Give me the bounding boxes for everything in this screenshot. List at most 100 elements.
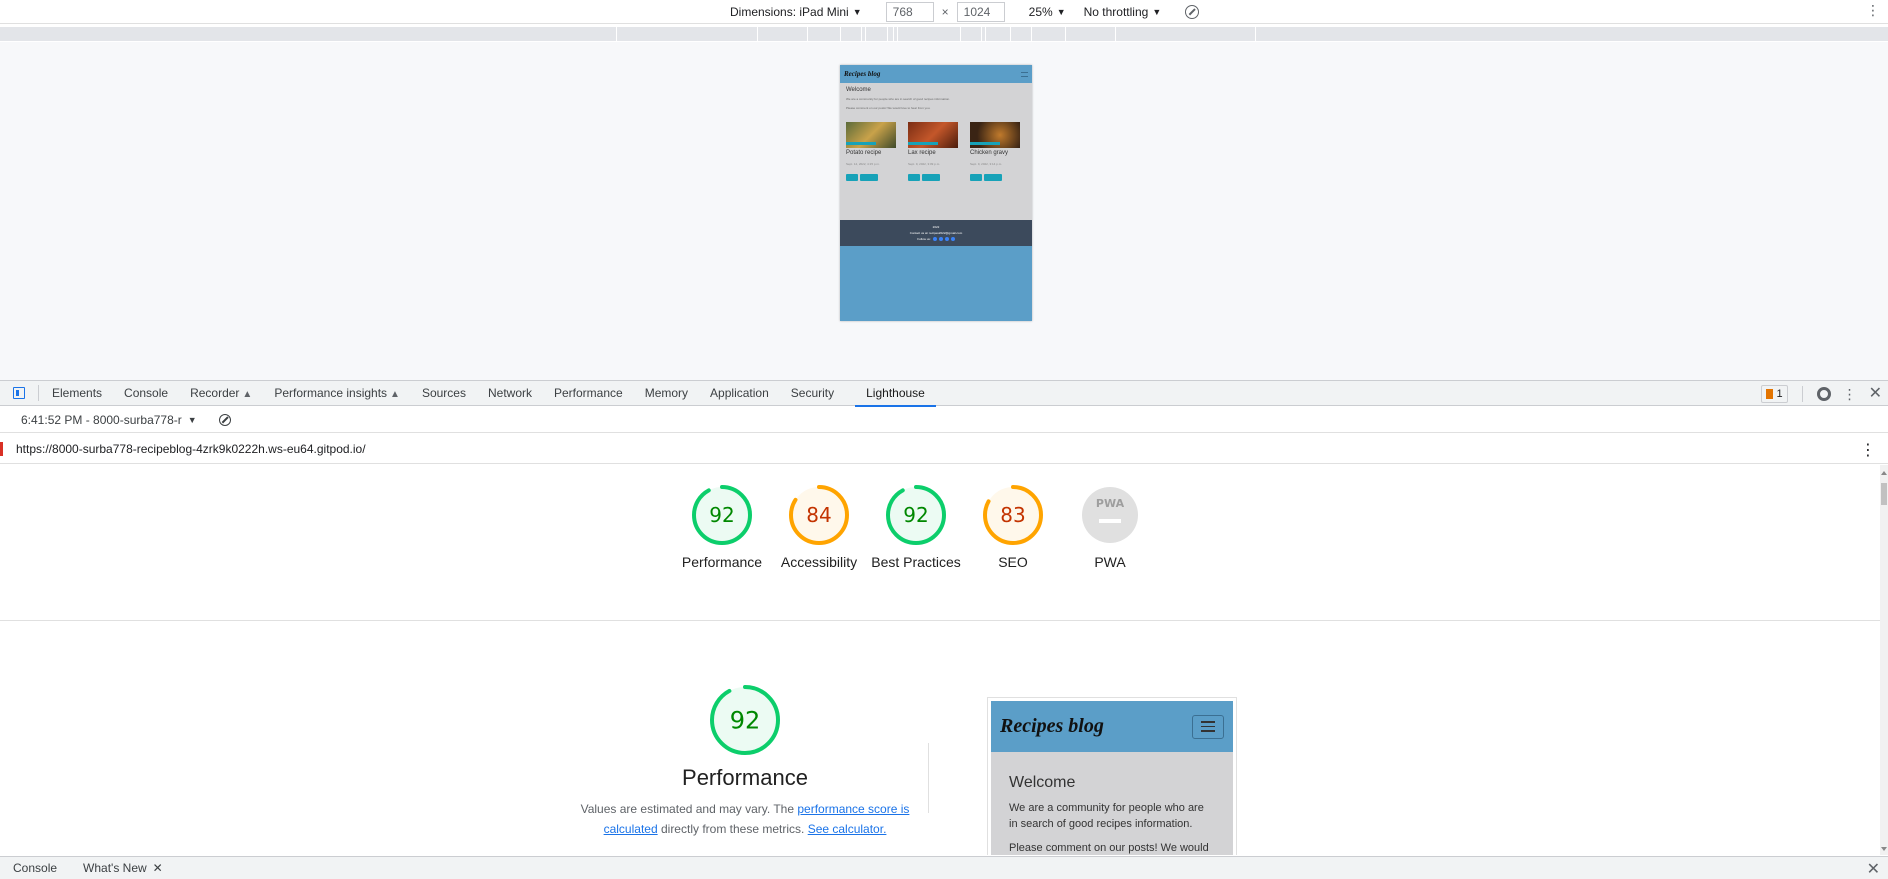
- scroll-thumb[interactable]: [1881, 483, 1887, 505]
- device-toggle-icon[interactable]: [6, 380, 32, 406]
- delete-button[interactable]: [984, 174, 1002, 181]
- tab-network[interactable]: Network: [477, 380, 543, 406]
- social-icon[interactable]: [932, 237, 937, 241]
- tab-recorder[interactable]: Recorder ▲: [179, 380, 263, 406]
- devtools-actions: 1 ⋮ ✕: [1761, 381, 1888, 407]
- section-divider: [0, 620, 1880, 621]
- social-icon[interactable]: [950, 237, 955, 241]
- mini-intro: We are a community for people who are in…: [846, 97, 950, 101]
- tab-performance-insights-label: Performance insights: [274, 386, 388, 400]
- close-tab-icon[interactable]: ✕: [153, 857, 163, 879]
- delete-button[interactable]: [922, 174, 940, 181]
- tab-application[interactable]: Application: [699, 380, 780, 406]
- gauge-label: Accessibility: [780, 554, 858, 570]
- performance-section: 92 Performance Values are estimated and …: [570, 683, 920, 839]
- clear-reports-icon[interactable]: [218, 413, 231, 426]
- mini-card: Lax recipe Sept. 9, 2022, 3:09 p.m.: [908, 122, 964, 181]
- device-dimensions-select[interactable]: Dimensions: iPad Mini ▼: [730, 5, 862, 19]
- zoom-select[interactable]: 25% ▼: [1029, 5, 1066, 19]
- pwa-badge-icon: PWA: [1082, 487, 1138, 543]
- drawer-tab-console[interactable]: Console: [0, 857, 70, 879]
- score-value: 92: [709, 503, 734, 527]
- close-drawer-icon[interactable]: ✕: [1867, 859, 1880, 879]
- mini-footer: 2022 Contact us at: recipes2022@gmail.co…: [840, 220, 1032, 246]
- issues-count: 1: [1776, 388, 1783, 400]
- caret-down-icon: ▼: [852, 7, 862, 17]
- dimension-separator: ×: [941, 5, 949, 19]
- gauge-label: SEO: [998, 554, 1028, 570]
- gauge-best-practices[interactable]: 92 Best Practices: [871, 483, 961, 572]
- see-calculator-link[interactable]: See calculator.: [808, 822, 887, 836]
- social-icon[interactable]: [938, 237, 943, 241]
- gauge-accessibility[interactable]: 84 Accessibility: [781, 483, 857, 572]
- score-ring-icon: 84: [789, 485, 849, 545]
- mini-card-title: Potato recipe: [846, 150, 882, 156]
- gauge-seo[interactable]: 83 SEO: [981, 483, 1045, 572]
- report-menu-icon[interactable]: ⋮: [1860, 440, 1876, 460]
- flask-icon: ▲: [242, 389, 253, 400]
- caret-down-icon[interactable]: ▼: [188, 415, 197, 425]
- delete-button[interactable]: [860, 174, 878, 181]
- pwa-text: PWA: [1096, 497, 1125, 510]
- screenshot-text-2: Please comment on our posts! We would: [1009, 842, 1209, 854]
- settings-gear-icon[interactable]: [1816, 387, 1831, 401]
- mini-content: Welcome We are a community for people wh…: [840, 83, 1032, 220]
- edit-button[interactable]: [970, 174, 982, 181]
- mini-navbar: Recipes blog: [840, 65, 1032, 83]
- throttling-select[interactable]: No throttling ▼: [1084, 5, 1162, 19]
- screenshot-content: Recipes blog Welcome We are a community …: [991, 701, 1233, 855]
- report-selector[interactable]: 6:41:52 PM - 8000-surba778-r: [21, 413, 182, 427]
- mini-footer-year: 2022: [932, 225, 940, 229]
- mini-welcome: Welcome: [846, 87, 871, 93]
- tab-memory[interactable]: Memory: [634, 380, 699, 406]
- tab-console[interactable]: Console: [113, 380, 179, 406]
- mini-card-title: Lax recipe: [908, 150, 936, 156]
- device-frame[interactable]: Recipes blog Welcome We are a community …: [840, 65, 1032, 321]
- scroll-down-icon[interactable]: [1881, 847, 1887, 851]
- score-value: 84: [806, 503, 831, 527]
- report-url-bar: https://8000-surba778-recipeblog-4zrk9k0…: [0, 434, 1888, 464]
- screenshot-brand: Recipes blog: [1000, 715, 1104, 737]
- divider: [1801, 386, 1803, 402]
- close-devtools-icon[interactable]: ✕: [1869, 386, 1882, 402]
- gauge-performance[interactable]: 92 Performance: [682, 483, 762, 572]
- media-query-bar[interactable]: [0, 27, 1888, 41]
- tab-lighthouse[interactable]: Lighthouse: [855, 380, 936, 407]
- final-screenshot[interactable]: Recipes blog Welcome We are a community …: [987, 697, 1237, 855]
- drawer-tab-label: Console: [13, 860, 58, 875]
- mini-footer-follow: Follow us:: [917, 237, 931, 241]
- flask-icon: ▲: [390, 389, 400, 400]
- width-input[interactable]: 768: [885, 2, 934, 22]
- tab-performance-insights[interactable]: Performance insights ▲: [263, 380, 411, 406]
- social-icon[interactable]: [944, 237, 949, 241]
- lighthouse-toolbar: 6:41:52 PM - 8000-surba778-r ▼: [0, 407, 1888, 433]
- menu-icon: [1021, 71, 1028, 77]
- mini-card-list: Potato recipe Sept. 14, 2022, 4:15 p.m. …: [846, 122, 1026, 181]
- tab-performance[interactable]: Performance: [543, 380, 634, 406]
- score-gauges: 92 Performance 84 Accessibility 92 Best …: [682, 483, 1142, 572]
- hamburger-icon: [1192, 714, 1224, 739]
- rotate-icon[interactable]: [1185, 5, 1200, 19]
- tab-elements[interactable]: Elements: [41, 380, 113, 406]
- desc-text: Values are estimated and may vary. The: [580, 802, 798, 816]
- issues-badge[interactable]: 1: [1761, 385, 1788, 403]
- tab-sources[interactable]: Sources: [411, 380, 477, 406]
- drawer-tab-whats-new[interactable]: What's New ✕: [70, 857, 176, 879]
- screenshot-text: We are a community for people who are in…: [1009, 802, 1204, 830]
- height-input[interactable]: 1024: [956, 2, 1005, 22]
- edit-button[interactable]: [908, 174, 920, 181]
- report-url[interactable]: https://8000-surba778-recipeblog-4zrk9k0…: [16, 442, 366, 456]
- mini-intro-2: Please comment on our posts! We would lo…: [846, 106, 931, 110]
- edit-button[interactable]: [846, 174, 858, 181]
- gauge-pwa[interactable]: PWA PWA: [1078, 483, 1142, 572]
- screenshot-welcome: Welcome: [1009, 774, 1076, 791]
- vertical-divider: [928, 743, 929, 813]
- performance-description: Values are estimated and may vary. The p…: [570, 799, 920, 839]
- tab-security[interactable]: Security: [780, 380, 845, 406]
- more-options-icon[interactable]: ⋮: [1866, 2, 1880, 19]
- divider: [38, 385, 39, 401]
- customize-menu-icon[interactable]: ⋮: [1843, 386, 1857, 403]
- drawer-tab-label: What's New: [83, 860, 147, 875]
- report-scrollbar[interactable]: [1880, 465, 1888, 855]
- scroll-up-icon[interactable]: [1881, 471, 1887, 475]
